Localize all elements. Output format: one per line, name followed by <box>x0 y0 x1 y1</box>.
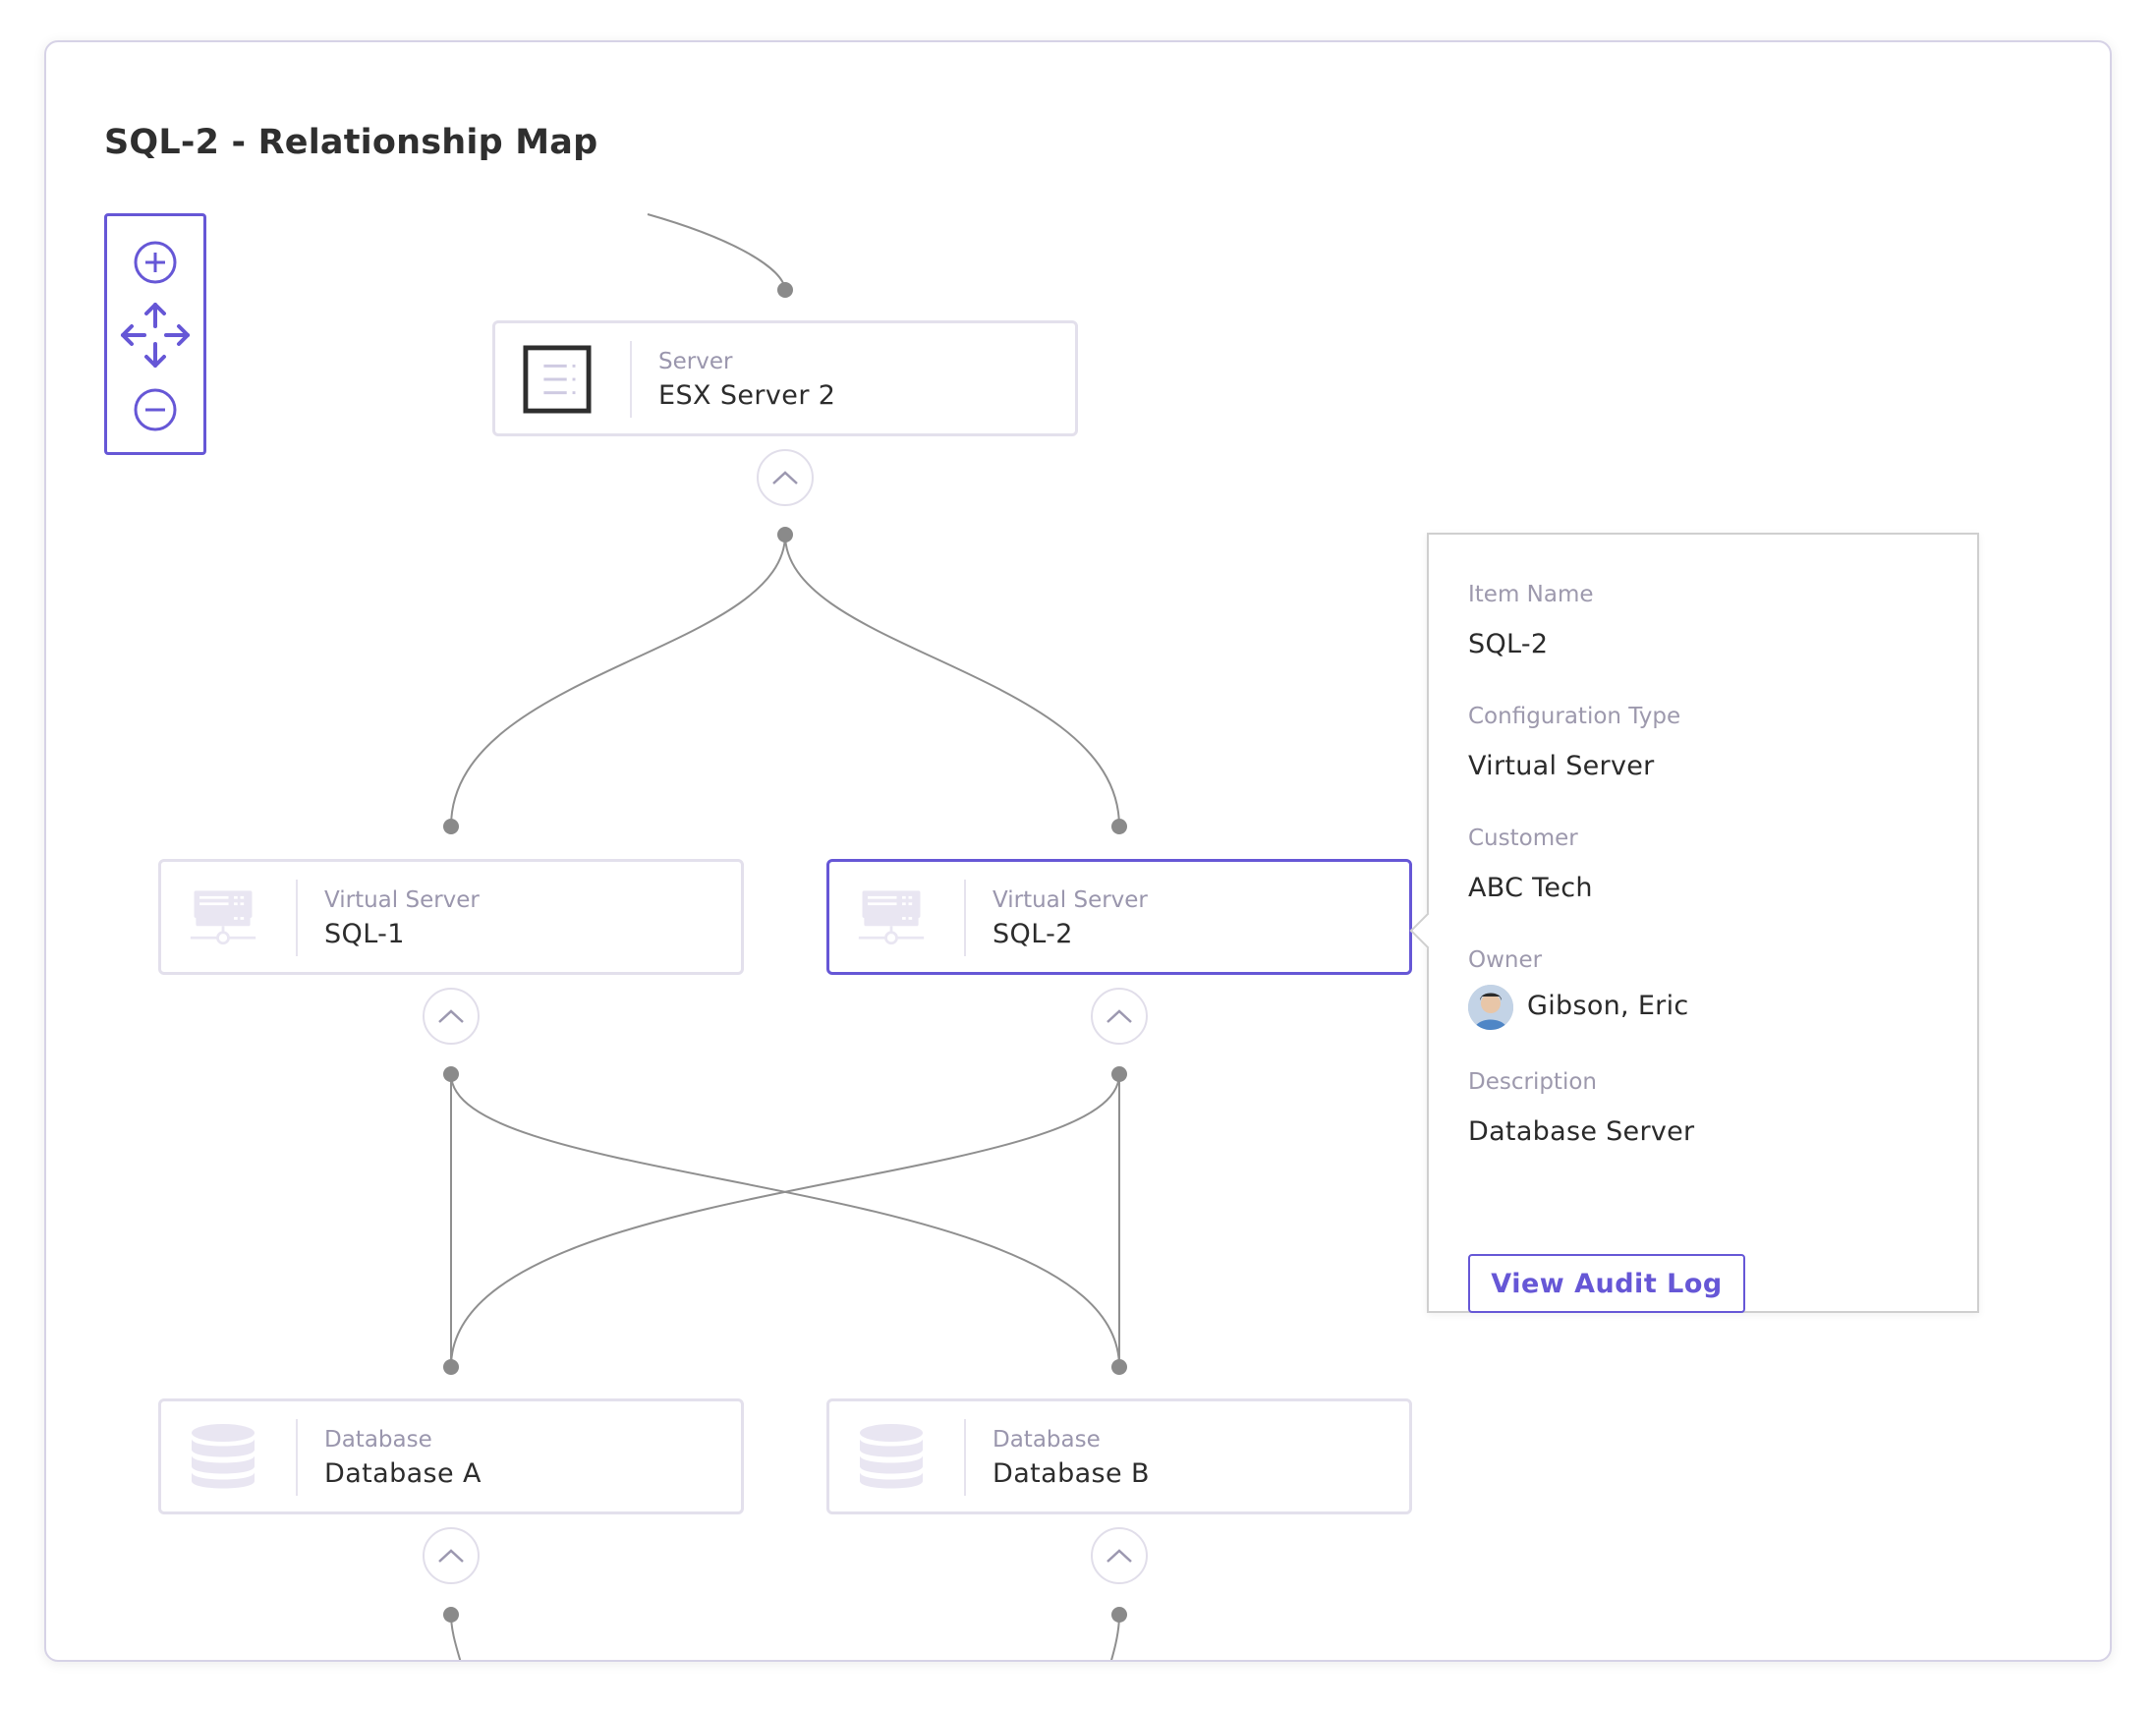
pan-button[interactable] <box>107 297 203 373</box>
connector-dot <box>1111 1607 1127 1623</box>
node-sql-1[interactable]: Virtual Server SQL-1 <box>158 859 744 975</box>
customer-label: Customer <box>1468 826 1578 851</box>
chevron-up-icon <box>1106 1549 1132 1563</box>
view-audit-log-button[interactable]: View Audit Log <box>1468 1254 1745 1313</box>
avatar <box>1468 985 1513 1030</box>
connector-dot <box>443 1607 459 1623</box>
customer-value: ABC Tech <box>1468 873 1593 903</box>
config-type-label: Configuration Type <box>1468 704 1681 729</box>
connector-dot <box>777 282 793 298</box>
connector-dot <box>1111 819 1127 834</box>
link-esx-to-sql2 <box>784 534 1120 827</box>
connector-dot <box>1111 1359 1127 1375</box>
database-icon <box>189 1423 257 1492</box>
node-database-a[interactable]: Database Database A <box>158 1398 744 1514</box>
connector-dot <box>443 1066 459 1082</box>
node-name: SQL-2 <box>993 919 1073 949</box>
link-sql1-to-dbb <box>450 1073 1120 1368</box>
zoom-out-icon <box>134 388 177 431</box>
pan-icon <box>121 303 190 368</box>
node-esx-server-2[interactable]: Server ESX Server 2 <box>492 320 1078 436</box>
expand-toggle[interactable] <box>423 1527 480 1584</box>
expand-toggle[interactable] <box>1091 988 1148 1045</box>
node-type: Virtual Server <box>324 887 480 913</box>
database-icon <box>857 1423 926 1492</box>
expand-toggle[interactable] <box>1091 1527 1148 1584</box>
node-name: ESX Server 2 <box>658 380 836 411</box>
link-parent-to-esx <box>647 213 786 291</box>
server-icon <box>523 345 592 414</box>
expand-toggle[interactable] <box>757 449 814 506</box>
node-name: SQL-1 <box>324 919 405 949</box>
config-type-value: Virtual Server <box>1468 751 1655 781</box>
connector-dot <box>443 1359 459 1375</box>
virtual-server-icon <box>189 884 257 952</box>
zoom-in-button[interactable] <box>107 240 203 285</box>
virtual-server-icon <box>857 884 926 952</box>
details-popover: Item Name SQL-2 Configuration Type Virtu… <box>1409 533 1979 1313</box>
zoom-in-icon <box>134 241 177 284</box>
expand-toggle[interactable] <box>423 988 480 1045</box>
node-database-b[interactable]: Database Database B <box>826 1398 1412 1514</box>
node-sql-2[interactable]: Virtual Server SQL-2 <box>826 859 1412 975</box>
owner-label: Owner <box>1468 947 1543 973</box>
relationship-map-card: SQL-2 - Relationship Map Server ESX Serv… <box>44 40 2112 1662</box>
zoom-out-button[interactable] <box>107 387 203 432</box>
chevron-up-icon <box>772 471 798 484</box>
item-name-value: SQL-2 <box>1468 629 1549 659</box>
description-value: Database Server <box>1468 1116 1695 1147</box>
owner-value: Gibson, Eric <box>1527 991 1689 1021</box>
node-type: Server <box>658 349 733 374</box>
node-type: Database <box>324 1427 432 1453</box>
node-type: Database <box>993 1427 1101 1453</box>
zoom-controls <box>104 213 206 455</box>
connector-dot <box>777 527 793 542</box>
node-type: Virtual Server <box>993 887 1148 913</box>
description-label: Description <box>1468 1069 1597 1095</box>
connector-dot <box>1111 1066 1127 1082</box>
chevron-up-icon <box>1106 1009 1132 1023</box>
item-name-label: Item Name <box>1468 582 1594 607</box>
chevron-up-icon <box>438 1009 464 1023</box>
link-esx-to-sql1 <box>450 534 786 827</box>
node-name: Database A <box>324 1458 482 1489</box>
node-name: Database B <box>993 1458 1150 1489</box>
connector-dot <box>443 819 459 834</box>
link-sql2-to-dba <box>450 1073 1120 1368</box>
chevron-up-icon <box>438 1549 464 1563</box>
